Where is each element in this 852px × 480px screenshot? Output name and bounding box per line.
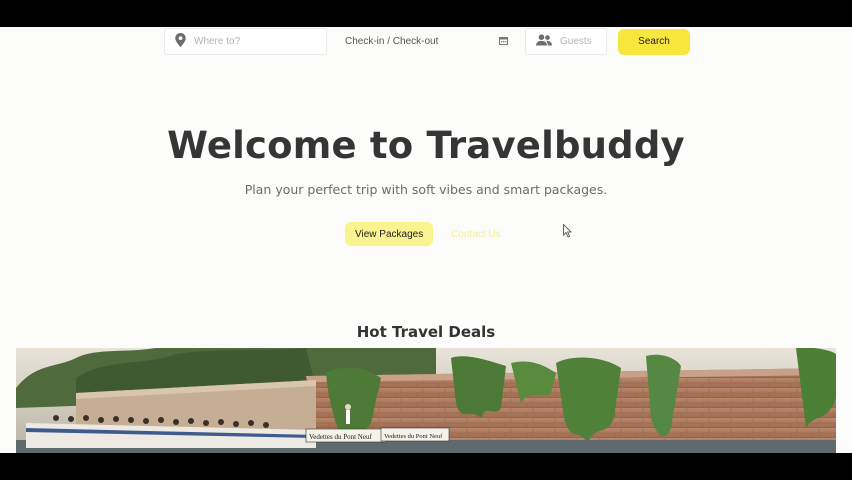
destination-placeholder: Where to? [194, 36, 241, 47]
deal-card-image[interactable]: Vedettes du Pont Neuf Vedettes du Pont N… [16, 348, 836, 453]
boat-sign-1: Vedettes du Pont Neuf [309, 433, 372, 441]
view-packages-button[interactable]: View Packages [345, 222, 434, 246]
page-viewport: Where to? Check-in / Check-out Guests Se… [0, 27, 852, 453]
guests-placeholder: Guests [560, 36, 592, 47]
hero-title: Welcome to Travelbuddy [167, 124, 685, 167]
search-button[interactable]: Search [618, 28, 690, 55]
guests-field[interactable]: Guests [525, 28, 607, 55]
paris-seine-photo: Vedettes du Pont Neuf Vedettes du Pont N… [16, 348, 836, 453]
contact-us-button[interactable]: Contact Us [451, 229, 500, 240]
hero-actions: View Packages Contact Us [345, 222, 501, 246]
mouse-cursor-icon [563, 223, 573, 243]
date-range-label: Check-in / Check-out [345, 36, 439, 47]
destination-field[interactable]: Where to? [164, 28, 327, 55]
hot-deals-title: Hot Travel Deals [356, 323, 496, 341]
users-icon [536, 34, 552, 49]
calendar-icon[interactable] [499, 36, 508, 48]
hero-subtitle: Plan your perfect trip with soft vibes a… [244, 182, 608, 197]
location-pin-icon [175, 33, 186, 50]
date-range-field[interactable]: Check-in / Check-out [327, 28, 512, 55]
search-bar: Where to? Check-in / Check-out Guests Se… [164, 27, 690, 56]
boat-sign-2: Vedettes du Pont Neuf [384, 433, 443, 440]
